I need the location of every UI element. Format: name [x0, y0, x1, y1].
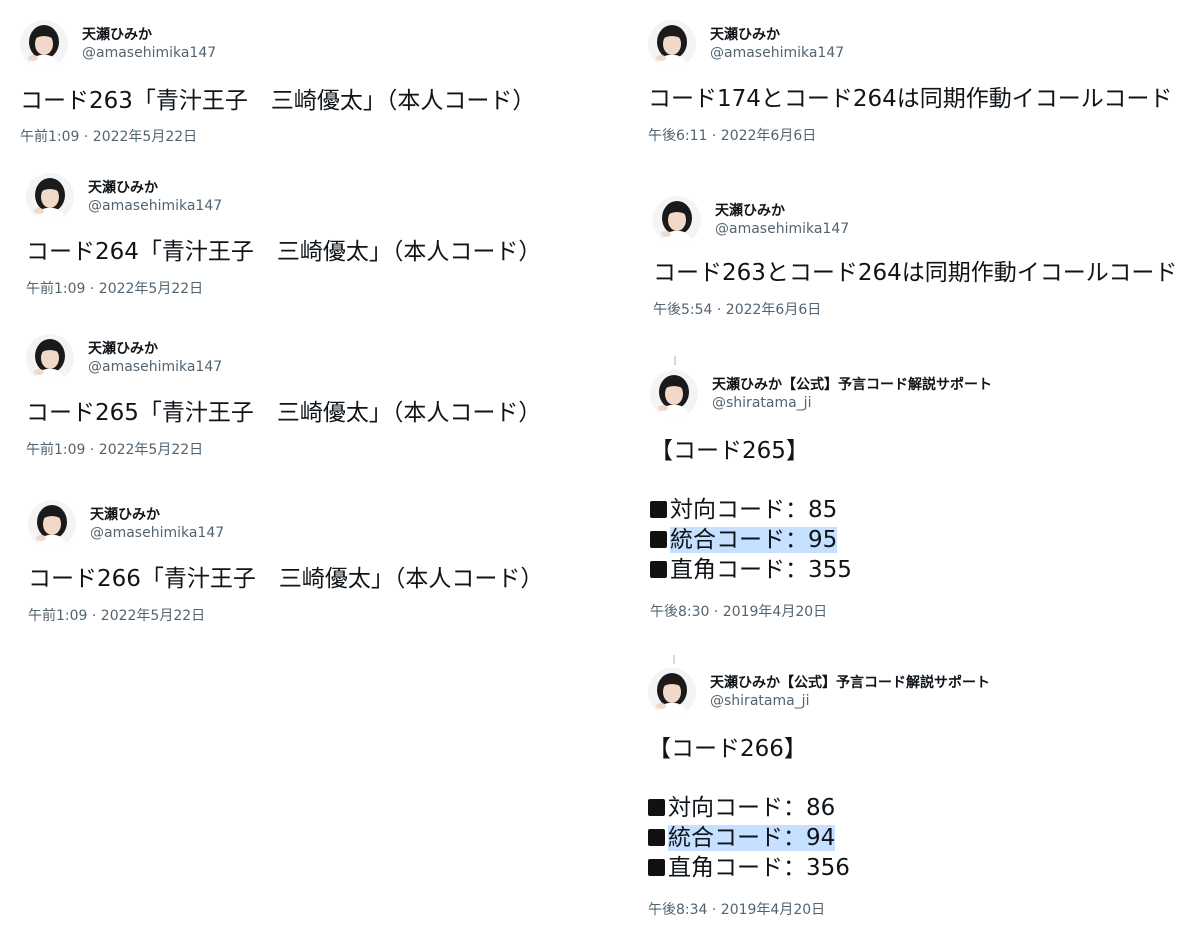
- avatar[interactable]: [648, 668, 696, 716]
- tweet-header: 天瀬ひみか @amasehimika147: [648, 20, 1172, 70]
- code-title: 【コード265】: [650, 438, 809, 464]
- black-square-icon: [648, 829, 665, 846]
- user-handle[interactable]: @shiratama_ji: [710, 693, 809, 709]
- avatar[interactable]: [20, 20, 68, 68]
- avatar[interactable]: [648, 20, 696, 68]
- timestamp[interactable]: 午前1:09 · 2022年5月22日: [26, 278, 541, 298]
- tweet-header: 天瀬ひみか @amasehimika147: [28, 500, 543, 550]
- highlighted-text: 統合コード：94: [668, 825, 836, 851]
- tweet-header: 天瀬ひみか【公式】予言コード解説サポート @shiratama_ji: [650, 370, 992, 420]
- timestamp[interactable]: 午後8:34 · 2019年4月20日: [648, 899, 850, 919]
- display-name[interactable]: 天瀬ひみか【公式】予言コード解説サポート: [712, 374, 992, 394]
- user-handle[interactable]: @amasehimika147: [90, 525, 224, 541]
- display-name[interactable]: 天瀬ひみか: [88, 177, 158, 197]
- user-handle[interactable]: @amasehimika147: [88, 198, 222, 214]
- display-name[interactable]: 天瀬ひみか【公式】予言コード解説サポート: [710, 672, 990, 692]
- tweet-text: コード263「青汁王子 三崎優太」（本人コード）: [20, 88, 536, 114]
- highlighted-text: 統合コード：95: [670, 527, 838, 553]
- tweet-text: コード264「青汁王子 三崎優太」（本人コード）: [26, 239, 542, 265]
- tweet[interactable]: 天瀬ひみか @amasehimika147 コード265「青汁王子 三崎優太」（…: [26, 334, 541, 459]
- tweet-text: 【コード265】 対向コード：85 統合コード：95 直角コード：355: [650, 436, 852, 585]
- list-item: 対向コード：86: [648, 793, 850, 823]
- tweet-header: 天瀬ひみか @amasehimika147: [20, 20, 535, 70]
- tweet-text: コード266「青汁王子 三崎優太」（本人コード）: [28, 566, 544, 592]
- black-square-icon: [648, 799, 665, 816]
- timestamp[interactable]: 午後8:30 · 2019年4月20日: [650, 601, 852, 621]
- black-square-icon: [650, 501, 667, 518]
- avatar[interactable]: [26, 334, 74, 382]
- display-name[interactable]: 天瀬ひみか: [715, 200, 785, 220]
- display-name[interactable]: 天瀬ひみか: [82, 24, 152, 44]
- tweet[interactable]: 天瀬ひみか【公式】予言コード解説サポート @shiratama_ji 【コード2…: [648, 668, 990, 919]
- list-item: 統合コード：94: [648, 823, 850, 853]
- user-handle[interactable]: @amasehimika147: [710, 45, 844, 61]
- user-handle[interactable]: @shiratama_ji: [712, 395, 811, 411]
- tweet[interactable]: 天瀬ひみか @amasehimika147 コード263とコード264は同期作動…: [653, 196, 1177, 319]
- tweet-text: コード174とコード264は同期作動イコールコード: [648, 86, 1173, 112]
- list-item: 直角コード：356: [648, 853, 850, 883]
- black-square-icon: [650, 561, 667, 578]
- tweet-text: 【コード266】 対向コード：86 統合コード：94 直角コード：356: [648, 734, 850, 883]
- black-square-icon: [650, 531, 667, 548]
- user-handle[interactable]: @amasehimika147: [82, 45, 216, 61]
- user-handle[interactable]: @amasehimika147: [88, 359, 222, 375]
- tweet-header: 天瀬ひみか @amasehimika147: [26, 334, 541, 384]
- tweet[interactable]: 天瀬ひみか @amasehimika147 コード263「青汁王子 三崎優太」（…: [20, 20, 535, 146]
- display-name[interactable]: 天瀬ひみか: [88, 338, 158, 358]
- tweet[interactable]: 天瀬ひみか @amasehimika147 コード266「青汁王子 三崎優太」（…: [28, 500, 543, 625]
- user-handle[interactable]: @amasehimika147: [715, 221, 849, 237]
- display-name[interactable]: 天瀬ひみか: [90, 504, 160, 524]
- list-item: 統合コード：95: [650, 525, 852, 555]
- tweet[interactable]: 天瀬ひみか @amasehimika147 コード174とコード264は同期作動…: [648, 20, 1172, 145]
- tweet-header: 天瀬ひみか【公式】予言コード解説サポート @shiratama_ji: [648, 668, 990, 718]
- list-item: 対向コード：85: [650, 495, 852, 525]
- tweet-text: コード263とコード264は同期作動イコールコード: [653, 260, 1178, 286]
- avatar[interactable]: [650, 370, 698, 418]
- thread-connector: [674, 356, 676, 365]
- avatar[interactable]: [26, 173, 74, 221]
- avatar[interactable]: [653, 196, 701, 244]
- timestamp[interactable]: 午前1:09 · 2022年5月22日: [26, 439, 541, 459]
- timestamp[interactable]: 午前1:09 · 2022年5月22日: [20, 126, 535, 146]
- code-title: 【コード266】: [648, 736, 807, 762]
- tweet[interactable]: 天瀬ひみか【公式】予言コード解説サポート @shiratama_ji 【コード2…: [650, 370, 992, 621]
- tweet[interactable]: 天瀬ひみか @amasehimika147 コード264「青汁王子 三崎優太」（…: [26, 173, 541, 298]
- black-square-icon: [648, 859, 665, 876]
- tweet-header: 天瀬ひみか @amasehimika147: [653, 196, 1177, 246]
- thread-connector: [673, 655, 675, 664]
- avatar[interactable]: [28, 500, 76, 548]
- tweet-header: 天瀬ひみか @amasehimika147: [26, 173, 541, 223]
- timestamp[interactable]: 午後6:11 · 2022年6月6日: [648, 125, 1172, 145]
- tweet-text: コード265「青汁王子 三崎優太」（本人コード）: [26, 400, 542, 426]
- timestamp[interactable]: 午前1:09 · 2022年5月22日: [28, 605, 543, 625]
- display-name[interactable]: 天瀬ひみか: [710, 24, 780, 44]
- list-item: 直角コード：355: [650, 555, 852, 585]
- timestamp[interactable]: 午後5:54 · 2022年6月6日: [653, 299, 1177, 319]
